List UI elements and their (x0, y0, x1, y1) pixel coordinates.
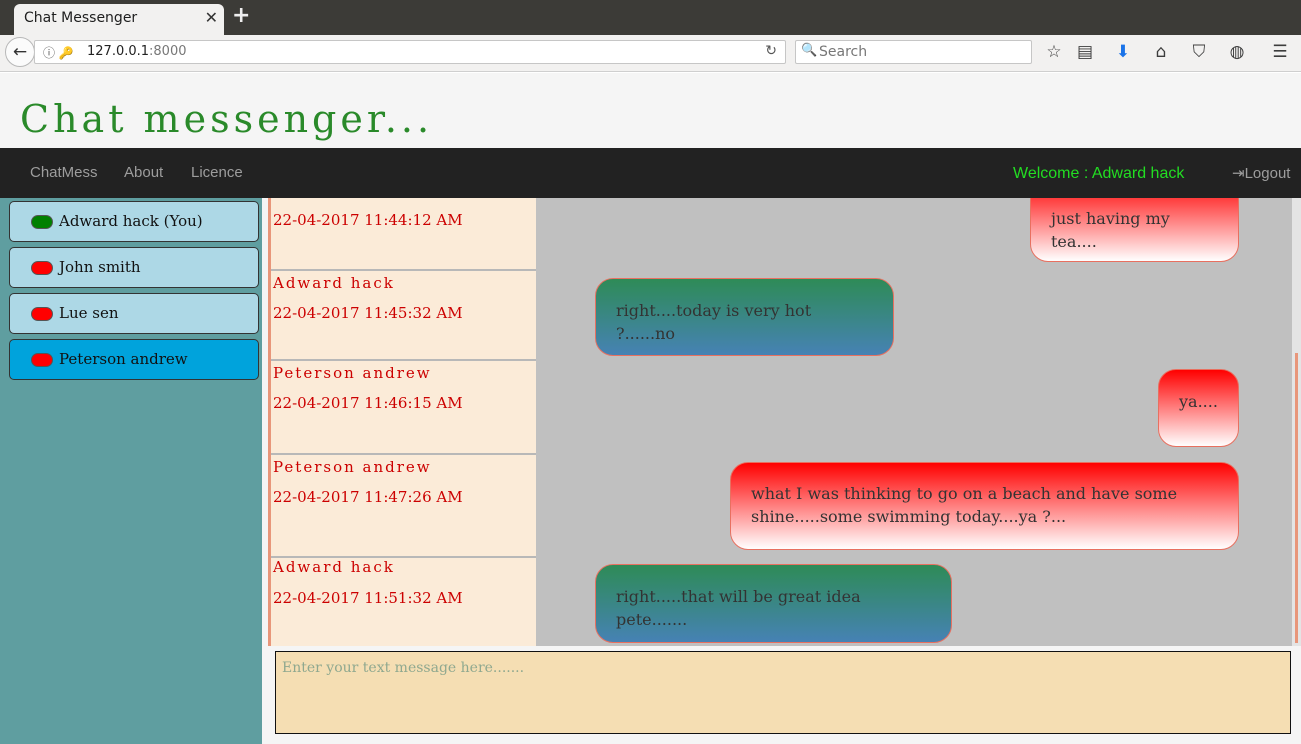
nav-link-licence[interactable]: Licence (191, 164, 243, 181)
home-icon[interactable]: ⌂ (1150, 42, 1172, 62)
message-time: 22-04-2017 11:46:15 AM (273, 394, 463, 412)
message-sender: Peterson andrew (273, 458, 432, 476)
nav-link-about[interactable]: About (124, 164, 163, 181)
user-item[interactable]: Adward hack (You) (9, 201, 259, 242)
user-name: Peterson andrew (59, 350, 188, 368)
chat-window[interactable]: 22-04-2017 11:44:12 AM just having my te… (268, 198, 1292, 646)
message-time: 22-04-2017 11:51:32 AM (273, 589, 463, 607)
user-item[interactable]: Lue sen (9, 293, 259, 334)
page-title: Chat messenger... (20, 97, 434, 141)
site-info-icon[interactable]: ⓘ 🔑 (43, 44, 74, 61)
message-time: 22-04-2017 11:47:26 AM (273, 488, 463, 506)
message-input[interactable] (275, 651, 1291, 734)
user-list: Adward hack (You) John smith Lue sen Pet… (0, 198, 262, 744)
new-tab-icon[interactable]: + (232, 3, 250, 28)
user-name: Lue sen (59, 304, 119, 322)
url-bar[interactable]: ⓘ 🔑 127.0.0.1:8000 ↻ (34, 40, 786, 64)
search-placeholder: Search (819, 44, 868, 60)
message-bubble: ya.... (1158, 369, 1239, 447)
message-sender: Adward hack (273, 558, 395, 576)
close-tab-icon[interactable]: ✕ (205, 8, 218, 27)
message-bubble: right....today is very hot ?......no (595, 278, 894, 356)
message-bubble: what I was thinking to go on a beach and… (730, 462, 1239, 550)
search-icon: 🔍 (801, 43, 818, 58)
user-name: Adward hack (You) (59, 212, 203, 230)
search-bar[interactable]: 🔍 Search (795, 40, 1032, 64)
chat-scrollbar-thumb[interactable] (1295, 353, 1298, 643)
online-status-icon (31, 215, 53, 229)
message-meta: Peterson andrew 22-04-2017 11:46:15 AM (271, 361, 536, 455)
reading-list-icon[interactable]: ▤ (1074, 42, 1096, 62)
tab-title: Chat Messenger (24, 10, 138, 26)
message-meta: Peterson andrew 22-04-2017 11:47:26 AM (271, 455, 536, 558)
offline-status-icon (31, 353, 53, 367)
welcome-text: Welcome : Adward hack (1013, 165, 1185, 182)
message-bubble: right.....that will be great idea pete..… (595, 564, 952, 643)
message-meta: Adward hack 22-04-2017 11:45:32 AM (271, 271, 536, 361)
page: Chat messenger... ChatMess About Licence… (0, 73, 1301, 744)
logout-link[interactable]: ⇥Logout (1232, 164, 1290, 182)
back-icon[interactable]: ← (5, 37, 35, 67)
user-item-selected[interactable]: Peterson andrew (9, 339, 259, 380)
url-text: 127.0.0.1:8000 (87, 44, 187, 59)
browser-tab[interactable]: Chat Messenger ✕ (14, 4, 224, 35)
offline-status-icon (31, 307, 53, 321)
offline-status-icon (31, 261, 53, 275)
browser-tab-bar: Chat Messenger ✕ + (0, 0, 1301, 35)
menu-icon[interactable]: ☰ (1269, 42, 1291, 62)
user-name: John smith (59, 258, 141, 276)
message-time: 22-04-2017 11:45:32 AM (273, 304, 463, 322)
site-navbar: ChatMess About Licence Welcome : Adward … (0, 148, 1301, 198)
nav-link-chatmess[interactable]: ChatMess (30, 164, 98, 181)
user-item[interactable]: John smith (9, 247, 259, 288)
logout-icon: ⇥ (1232, 165, 1245, 182)
message-meta: 22-04-2017 11:44:12 AM (271, 198, 536, 271)
download-icon[interactable]: ⬇ (1112, 42, 1134, 62)
bookmark-star-icon[interactable]: ☆ (1043, 42, 1065, 62)
message-sender: Adward hack (273, 274, 395, 292)
pocket-icon[interactable]: ⛉ (1188, 42, 1210, 62)
message-meta: Adward hack 22-04-2017 11:51:32 AM (271, 558, 536, 646)
reload-icon[interactable]: ↻ (765, 43, 777, 59)
message-bubble: just having my tea.... (1030, 198, 1239, 262)
browser-toolbar: ← ⓘ 🔑 127.0.0.1:8000 ↻ 🔍 Search ☆ ▤ ⬇ ⌂ … (0, 35, 1301, 72)
extension-icon[interactable]: ◍ (1226, 42, 1248, 62)
message-sender: Peterson andrew (273, 364, 432, 382)
message-time: 22-04-2017 11:44:12 AM (273, 211, 463, 229)
